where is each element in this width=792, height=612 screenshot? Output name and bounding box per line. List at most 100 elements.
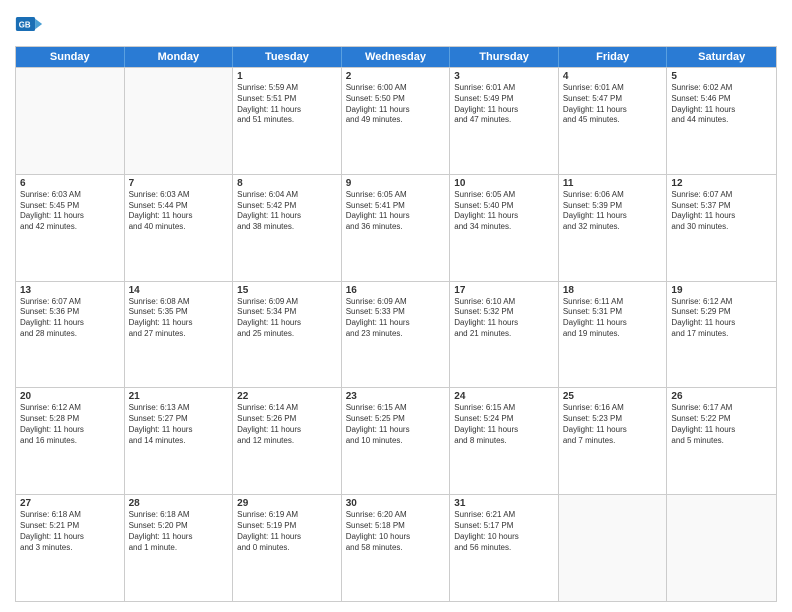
calendar-cell-day-25: 25Sunrise: 6:16 AM Sunset: 5:23 PM Dayli… xyxy=(559,388,668,494)
day-info: Sunrise: 6:13 AM Sunset: 5:27 PM Dayligh… xyxy=(129,403,229,446)
day-info: Sunrise: 6:10 AM Sunset: 5:32 PM Dayligh… xyxy=(454,297,554,340)
calendar-cell-day-2: 2Sunrise: 6:00 AM Sunset: 5:50 PM Daylig… xyxy=(342,68,451,174)
weekday-header-tuesday: Tuesday xyxy=(233,47,342,67)
svg-text:GB: GB xyxy=(19,21,31,30)
calendar-cell-empty xyxy=(559,495,668,601)
day-number: 29 xyxy=(237,498,337,509)
calendar-cell-day-1: 1Sunrise: 5:59 AM Sunset: 5:51 PM Daylig… xyxy=(233,68,342,174)
day-number: 5 xyxy=(671,71,772,82)
day-info: Sunrise: 6:17 AM Sunset: 5:22 PM Dayligh… xyxy=(671,403,772,446)
calendar-row-2: 13Sunrise: 6:07 AM Sunset: 5:36 PM Dayli… xyxy=(16,281,776,388)
day-number: 3 xyxy=(454,71,554,82)
day-number: 24 xyxy=(454,391,554,402)
day-number: 31 xyxy=(454,498,554,509)
day-info: Sunrise: 6:19 AM Sunset: 5:19 PM Dayligh… xyxy=(237,510,337,553)
calendar-cell-day-17: 17Sunrise: 6:10 AM Sunset: 5:32 PM Dayli… xyxy=(450,282,559,388)
day-info: Sunrise: 6:02 AM Sunset: 5:46 PM Dayligh… xyxy=(671,83,772,126)
day-number: 12 xyxy=(671,178,772,189)
day-number: 1 xyxy=(237,71,337,82)
header: GB xyxy=(15,10,777,38)
day-number: 19 xyxy=(671,285,772,296)
weekday-header-thursday: Thursday xyxy=(450,47,559,67)
day-number: 4 xyxy=(563,71,663,82)
calendar-cell-day-31: 31Sunrise: 6:21 AM Sunset: 5:17 PM Dayli… xyxy=(450,495,559,601)
day-number: 16 xyxy=(346,285,446,296)
day-info: Sunrise: 6:07 AM Sunset: 5:36 PM Dayligh… xyxy=(20,297,120,340)
calendar-cell-day-28: 28Sunrise: 6:18 AM Sunset: 5:20 PM Dayli… xyxy=(125,495,234,601)
weekday-header-friday: Friday xyxy=(559,47,668,67)
calendar-cell-day-3: 3Sunrise: 6:01 AM Sunset: 5:49 PM Daylig… xyxy=(450,68,559,174)
calendar-cell-day-26: 26Sunrise: 6:17 AM Sunset: 5:22 PM Dayli… xyxy=(667,388,776,494)
day-info: Sunrise: 6:12 AM Sunset: 5:29 PM Dayligh… xyxy=(671,297,772,340)
page: GB SundayMondayTuesdayWednesdayThursdayF… xyxy=(0,0,792,612)
day-number: 15 xyxy=(237,285,337,296)
day-number: 20 xyxy=(20,391,120,402)
calendar-cell-day-24: 24Sunrise: 6:15 AM Sunset: 5:24 PM Dayli… xyxy=(450,388,559,494)
calendar-row-3: 20Sunrise: 6:12 AM Sunset: 5:28 PM Dayli… xyxy=(16,387,776,494)
calendar-cell-day-12: 12Sunrise: 6:07 AM Sunset: 5:37 PM Dayli… xyxy=(667,175,776,281)
day-info: Sunrise: 6:01 AM Sunset: 5:47 PM Dayligh… xyxy=(563,83,663,126)
calendar-cell-day-5: 5Sunrise: 6:02 AM Sunset: 5:46 PM Daylig… xyxy=(667,68,776,174)
day-number: 13 xyxy=(20,285,120,296)
day-info: Sunrise: 6:18 AM Sunset: 5:21 PM Dayligh… xyxy=(20,510,120,553)
calendar-cell-day-18: 18Sunrise: 6:11 AM Sunset: 5:31 PM Dayli… xyxy=(559,282,668,388)
calendar-cell-day-9: 9Sunrise: 6:05 AM Sunset: 5:41 PM Daylig… xyxy=(342,175,451,281)
calendar-cell-day-13: 13Sunrise: 6:07 AM Sunset: 5:36 PM Dayli… xyxy=(16,282,125,388)
logo-icon: GB xyxy=(15,10,43,38)
calendar-body: 1Sunrise: 5:59 AM Sunset: 5:51 PM Daylig… xyxy=(16,67,776,601)
day-info: Sunrise: 6:12 AM Sunset: 5:28 PM Dayligh… xyxy=(20,403,120,446)
day-number: 27 xyxy=(20,498,120,509)
day-number: 6 xyxy=(20,178,120,189)
calendar-cell-day-20: 20Sunrise: 6:12 AM Sunset: 5:28 PM Dayli… xyxy=(16,388,125,494)
calendar-cell-day-11: 11Sunrise: 6:06 AM Sunset: 5:39 PM Dayli… xyxy=(559,175,668,281)
day-info: Sunrise: 6:15 AM Sunset: 5:25 PM Dayligh… xyxy=(346,403,446,446)
weekday-header-sunday: Sunday xyxy=(16,47,125,67)
day-number: 18 xyxy=(563,285,663,296)
calendar-cell-day-4: 4Sunrise: 6:01 AM Sunset: 5:47 PM Daylig… xyxy=(559,68,668,174)
day-number: 26 xyxy=(671,391,772,402)
calendar-cell-empty xyxy=(667,495,776,601)
calendar-cell-empty xyxy=(16,68,125,174)
calendar: SundayMondayTuesdayWednesdayThursdayFrid… xyxy=(15,46,777,602)
day-info: Sunrise: 6:05 AM Sunset: 5:41 PM Dayligh… xyxy=(346,190,446,233)
day-info: Sunrise: 6:05 AM Sunset: 5:40 PM Dayligh… xyxy=(454,190,554,233)
day-info: Sunrise: 6:01 AM Sunset: 5:49 PM Dayligh… xyxy=(454,83,554,126)
day-info: Sunrise: 6:11 AM Sunset: 5:31 PM Dayligh… xyxy=(563,297,663,340)
day-info: Sunrise: 6:14 AM Sunset: 5:26 PM Dayligh… xyxy=(237,403,337,446)
calendar-cell-day-16: 16Sunrise: 6:09 AM Sunset: 5:33 PM Dayli… xyxy=(342,282,451,388)
calendar-cell-day-21: 21Sunrise: 6:13 AM Sunset: 5:27 PM Dayli… xyxy=(125,388,234,494)
calendar-cell-day-30: 30Sunrise: 6:20 AM Sunset: 5:18 PM Dayli… xyxy=(342,495,451,601)
day-number: 14 xyxy=(129,285,229,296)
calendar-row-0: 1Sunrise: 5:59 AM Sunset: 5:51 PM Daylig… xyxy=(16,67,776,174)
calendar-cell-day-27: 27Sunrise: 6:18 AM Sunset: 5:21 PM Dayli… xyxy=(16,495,125,601)
calendar-cell-day-10: 10Sunrise: 6:05 AM Sunset: 5:40 PM Dayli… xyxy=(450,175,559,281)
day-number: 22 xyxy=(237,391,337,402)
day-info: Sunrise: 6:03 AM Sunset: 5:45 PM Dayligh… xyxy=(20,190,120,233)
day-number: 7 xyxy=(129,178,229,189)
weekday-header-saturday: Saturday xyxy=(667,47,776,67)
day-number: 10 xyxy=(454,178,554,189)
calendar-row-4: 27Sunrise: 6:18 AM Sunset: 5:21 PM Dayli… xyxy=(16,494,776,601)
calendar-cell-day-14: 14Sunrise: 6:08 AM Sunset: 5:35 PM Dayli… xyxy=(125,282,234,388)
day-info: Sunrise: 5:59 AM Sunset: 5:51 PM Dayligh… xyxy=(237,83,337,126)
day-number: 23 xyxy=(346,391,446,402)
calendar-cell-empty xyxy=(125,68,234,174)
day-info: Sunrise: 6:03 AM Sunset: 5:44 PM Dayligh… xyxy=(129,190,229,233)
day-info: Sunrise: 6:20 AM Sunset: 5:18 PM Dayligh… xyxy=(346,510,446,553)
calendar-cell-day-22: 22Sunrise: 6:14 AM Sunset: 5:26 PM Dayli… xyxy=(233,388,342,494)
day-number: 8 xyxy=(237,178,337,189)
day-info: Sunrise: 6:08 AM Sunset: 5:35 PM Dayligh… xyxy=(129,297,229,340)
day-number: 25 xyxy=(563,391,663,402)
calendar-cell-day-15: 15Sunrise: 6:09 AM Sunset: 5:34 PM Dayli… xyxy=(233,282,342,388)
day-info: Sunrise: 6:21 AM Sunset: 5:17 PM Dayligh… xyxy=(454,510,554,553)
day-info: Sunrise: 6:07 AM Sunset: 5:37 PM Dayligh… xyxy=(671,190,772,233)
calendar-row-1: 6Sunrise: 6:03 AM Sunset: 5:45 PM Daylig… xyxy=(16,174,776,281)
day-number: 9 xyxy=(346,178,446,189)
day-info: Sunrise: 6:16 AM Sunset: 5:23 PM Dayligh… xyxy=(563,403,663,446)
day-number: 17 xyxy=(454,285,554,296)
day-info: Sunrise: 6:06 AM Sunset: 5:39 PM Dayligh… xyxy=(563,190,663,233)
day-info: Sunrise: 6:18 AM Sunset: 5:20 PM Dayligh… xyxy=(129,510,229,553)
day-number: 11 xyxy=(563,178,663,189)
calendar-cell-day-7: 7Sunrise: 6:03 AM Sunset: 5:44 PM Daylig… xyxy=(125,175,234,281)
calendar-header: SundayMondayTuesdayWednesdayThursdayFrid… xyxy=(16,47,776,67)
